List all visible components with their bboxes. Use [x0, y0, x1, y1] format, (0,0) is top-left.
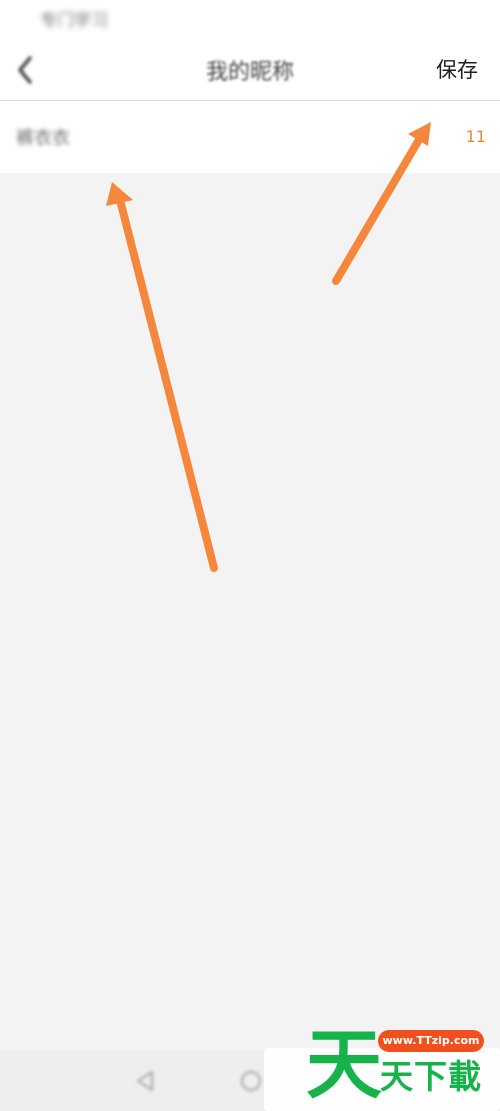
- navigation-bar: 我的昵称 保存: [0, 40, 500, 101]
- save-button[interactable]: 保存: [436, 54, 478, 84]
- page-title: 我的昵称: [205, 60, 294, 85]
- char-count: 11: [465, 127, 486, 146]
- nickname-input-row: 11: [0, 101, 500, 173]
- triangle-back-icon[interactable]: [132, 1068, 158, 1094]
- arrow-to-nickname-input: [106, 182, 218, 572]
- nickname-input[interactable]: [16, 123, 416, 151]
- status-bar: 专门学习: [0, 0, 500, 40]
- status-text: 专门学习: [40, 11, 108, 31]
- watermark-url: www.TTzip.com: [378, 1030, 484, 1052]
- system-navigation-bar: [0, 1050, 500, 1111]
- circle-home-icon[interactable]: [238, 1068, 264, 1094]
- nickname-edit-screen: 专门学习 我的昵称 保存 11 天 ww: [0, 0, 500, 1111]
